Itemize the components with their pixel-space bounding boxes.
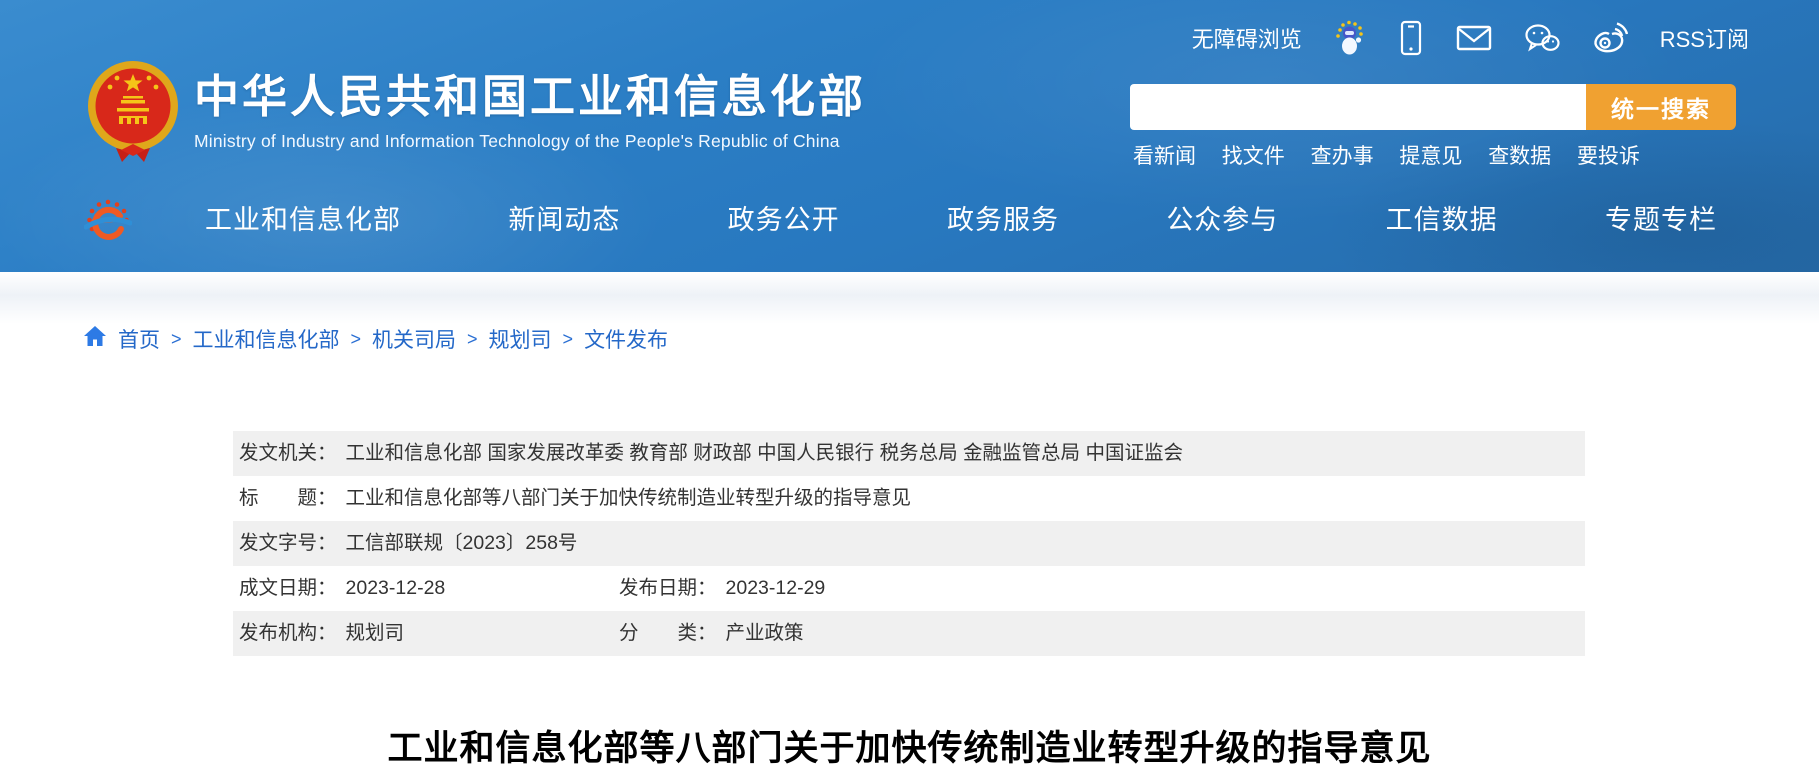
meta-value: 工业和信息化部 国家发展改革委 教育部 财政部 中国人民银行 税务总局 金融监管… [346,442,1183,464]
meta-label: 发文字号： [239,532,337,554]
quick-link-feedback[interactable]: 提意见 [1399,140,1462,170]
robot-mascot-icon[interactable] [1334,20,1366,56]
meta-label: 分 类： [619,622,717,644]
meta-value: 2023-12-29 [726,577,826,599]
search-bar: 统一搜索 [1130,84,1736,130]
meta-cell-publish-date: 发布日期： 2023-12-29 [619,566,825,611]
breadcrumb-miit[interactable]: 工业和信息化部 [193,324,340,354]
breadcrumb-document-release[interactable]: 文件发布 [584,324,668,354]
breadcrumb: 首页 > 工业和信息化部 > 机关司局 > 规划司 > 文件发布 [83,324,668,354]
national-emblem-icon [88,56,178,171]
rss-link[interactable]: RSS订阅 [1660,22,1749,54]
quick-link-files[interactable]: 找文件 [1222,140,1285,170]
site-subtitle: Ministry of Industry and Information Tec… [194,131,866,152]
meta-row-document-number: 发文字号： 工信部联规〔2023〕258号 [233,521,1585,566]
nav-item-special-topics[interactable]: 专题专栏 [1605,198,1717,237]
meta-label: 发布日期： [619,577,717,599]
breadcrumb-planning-dept[interactable]: 规划司 [489,324,552,354]
quick-link-complaint[interactable]: 要投诉 [1577,140,1640,170]
meta-row-title: 标 题： 工业和信息化部等八部门关于加快传统制造业转型升级的指导意见 [233,476,1585,521]
meta-value: 工信部联规〔2023〕258号 [346,532,578,554]
nav-item-gov-services[interactable]: 政务服务 [947,198,1059,237]
utility-bar: 无障碍浏览 [1192,20,1749,56]
home-icon[interactable] [83,325,107,353]
document-meta-table: 发文机关： 工业和信息化部 国家发展改革委 教育部 财政部 中国人民银行 税务总局… [233,431,1585,656]
meta-row-publisher-category: 发布机构： 规划司 分 类： 产业政策 [233,611,1585,656]
breadcrumb-departments[interactable]: 机关司局 [372,324,456,354]
site-header: 无障碍浏览 [0,0,1819,272]
search-input[interactable] [1130,84,1586,130]
site-title-block: 中华人民共和国工业和信息化部 Ministry of Industry and … [194,56,866,152]
main-nav: 工业和信息化部 新闻动态 政务公开 政务服务 公众参与 工信数据 专题专栏 [205,198,1717,237]
quick-links: 看新闻 找文件 查办事 提意见 查数据 要投诉 [1133,140,1640,170]
nav-item-miit[interactable]: 工业和信息化部 [205,198,401,237]
meta-value: 产业政策 [726,622,804,644]
accessibility-link[interactable]: 无障碍浏览 [1192,22,1302,54]
meta-value: 规划司 [346,622,405,644]
wechat-icon[interactable] [1524,23,1560,53]
weibo-icon[interactable] [1592,22,1628,54]
mail-icon[interactable] [1456,24,1492,52]
meta-row-issuing-agencies: 发文机关： 工业和信息化部 国家发展改革委 教育部 财政部 中国人民银行 税务总局… [233,431,1585,476]
e-government-logo-icon[interactable] [84,198,132,251]
meta-label: 发布机构： [239,622,337,644]
meta-label: 标 题： [239,487,337,509]
breadcrumb-separator: > [563,329,574,350]
search-button[interactable]: 统一搜索 [1586,84,1736,130]
meta-value: 2023-12-28 [346,577,446,599]
meta-value: 工业和信息化部等八部门关于加快传统制造业转型升级的指导意见 [346,487,912,509]
nav-item-news[interactable]: 新闻动态 [508,198,620,237]
quick-link-news[interactable]: 看新闻 [1133,140,1196,170]
meta-row-dates: 成文日期： 2023-12-28 发布日期： 2023-12-29 [233,566,1585,611]
nav-item-industry-data[interactable]: 工信数据 [1386,198,1498,237]
quick-link-services[interactable]: 查办事 [1311,140,1374,170]
breadcrumb-separator: > [351,329,362,350]
site-title: 中华人民共和国工业和信息化部 [194,74,866,119]
breadcrumb-home[interactable]: 首页 [118,324,160,354]
header-shadow-band [0,272,1819,324]
meta-label: 发文机关： [239,442,337,464]
article-title: 工业和信息化部等八部门关于加快传统制造业转型升级的指导意见 [0,720,1819,771]
nav-item-gov-disclosure[interactable]: 政务公开 [728,198,840,237]
mobile-icon[interactable] [1398,20,1424,56]
meta-cell-category: 分 类： 产业政策 [619,611,804,656]
meta-label: 成文日期： [239,577,337,599]
site-brand: 中华人民共和国工业和信息化部 Ministry of Industry and … [88,56,866,171]
quick-link-data[interactable]: 查数据 [1488,140,1551,170]
nav-item-public-participation[interactable]: 公众参与 [1166,198,1278,237]
page: 无障碍浏览 [0,0,1819,774]
breadcrumb-separator: > [171,329,182,350]
breadcrumb-separator: > [467,329,478,350]
